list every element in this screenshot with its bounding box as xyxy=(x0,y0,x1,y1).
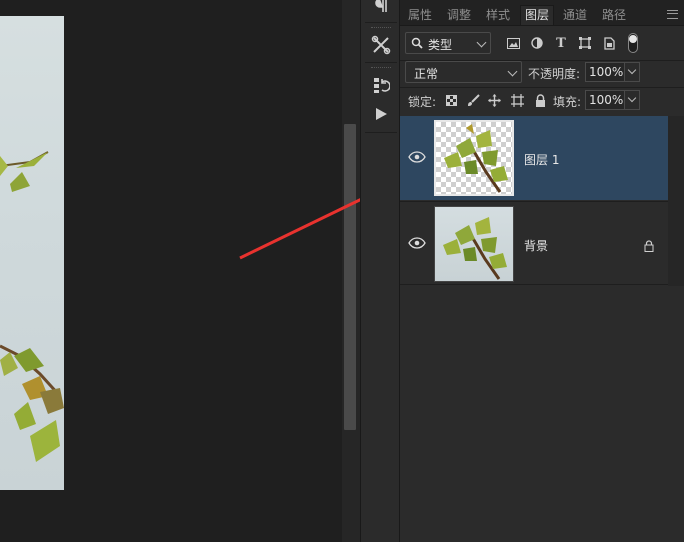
lock-image-pixels-icon[interactable] xyxy=(466,93,480,107)
tab-properties[interactable]: 属性 xyxy=(404,6,436,25)
lock-position-icon[interactable] xyxy=(487,93,501,107)
opacity-slider-toggle[interactable] xyxy=(624,62,640,82)
tab-paths[interactable]: 路径 xyxy=(598,6,630,25)
lock-label: 锁定: xyxy=(408,95,437,109)
blend-mode-dropdown[interactable]: 正常 xyxy=(405,61,522,83)
tab-styles[interactable]: 样式 xyxy=(482,6,514,25)
lock-icon xyxy=(644,240,654,252)
tab-channels[interactable]: 通道 xyxy=(559,6,591,25)
chevron-down-icon xyxy=(627,65,637,75)
panel-tab-bar: 属性 调整 样式 图层 通道 路径 xyxy=(400,0,684,26)
eye-visibility-icon[interactable] xyxy=(408,151,426,163)
canvas-photo xyxy=(0,16,64,490)
tools-icon[interactable] xyxy=(370,34,392,56)
chevron-down-icon xyxy=(627,93,637,103)
type-filter-icon[interactable]: T xyxy=(553,35,569,51)
tab-layers[interactable]: 图层 xyxy=(520,5,555,25)
opacity-label: 不透明度: xyxy=(528,67,581,81)
layer-name[interactable]: 图层 1 xyxy=(524,151,559,168)
paragraph-icon[interactable] xyxy=(370,0,392,16)
layers-panel: 属性 调整 样式 图层 通道 路径 类型 T 正常 不透明度: 100% 锁定:… xyxy=(400,0,684,542)
opacity-value: 100% xyxy=(589,65,624,79)
lock-transparent-pixels-icon[interactable] xyxy=(444,93,458,107)
filter-kind-label: 类型 xyxy=(428,38,453,52)
layer-thumbnail[interactable] xyxy=(434,120,514,196)
fill-slider-toggle[interactable] xyxy=(624,90,640,110)
fill-input[interactable]: 100% xyxy=(585,90,625,110)
image-filter-icon[interactable] xyxy=(505,35,521,51)
document-canvas[interactable] xyxy=(0,0,342,542)
canvas-vertical-scrollbar[interactable] xyxy=(342,0,360,542)
lock-all-icon[interactable] xyxy=(533,93,547,107)
chevron-down-icon xyxy=(476,37,487,48)
filter-toggle-icon[interactable] xyxy=(628,33,638,53)
layer-name[interactable]: 背景 xyxy=(524,237,548,254)
layer-row-layer-1[interactable]: 图层 1 xyxy=(400,116,668,200)
layer-filter-dropdown[interactable]: 类型 xyxy=(405,32,491,54)
panel-tool-strip xyxy=(360,0,400,542)
eye-visibility-icon[interactable] xyxy=(408,237,426,249)
layer-row-background[interactable]: 背景 xyxy=(400,201,668,285)
panel-menu-icon[interactable] xyxy=(667,10,678,19)
play-action-icon[interactable] xyxy=(370,103,392,125)
tab-adjustments[interactable]: 调整 xyxy=(443,6,475,25)
lock-artboard-icon[interactable] xyxy=(510,93,524,107)
smart-object-filter-icon[interactable] xyxy=(601,35,617,51)
chevron-down-icon xyxy=(507,66,518,77)
fill-label: 填充: xyxy=(553,95,582,109)
fill-value: 100% xyxy=(589,93,624,107)
opacity-input[interactable]: 100% xyxy=(585,62,625,82)
scrollbar-thumb[interactable] xyxy=(344,124,356,430)
search-icon xyxy=(411,37,423,52)
history-icon[interactable] xyxy=(370,74,392,96)
layers-scrollbar[interactable] xyxy=(668,116,684,286)
blend-mode-value: 正常 xyxy=(414,67,439,81)
adjustment-filter-icon[interactable] xyxy=(529,35,545,51)
layer-thumbnail[interactable] xyxy=(434,206,514,282)
shape-filter-icon[interactable] xyxy=(577,35,593,51)
